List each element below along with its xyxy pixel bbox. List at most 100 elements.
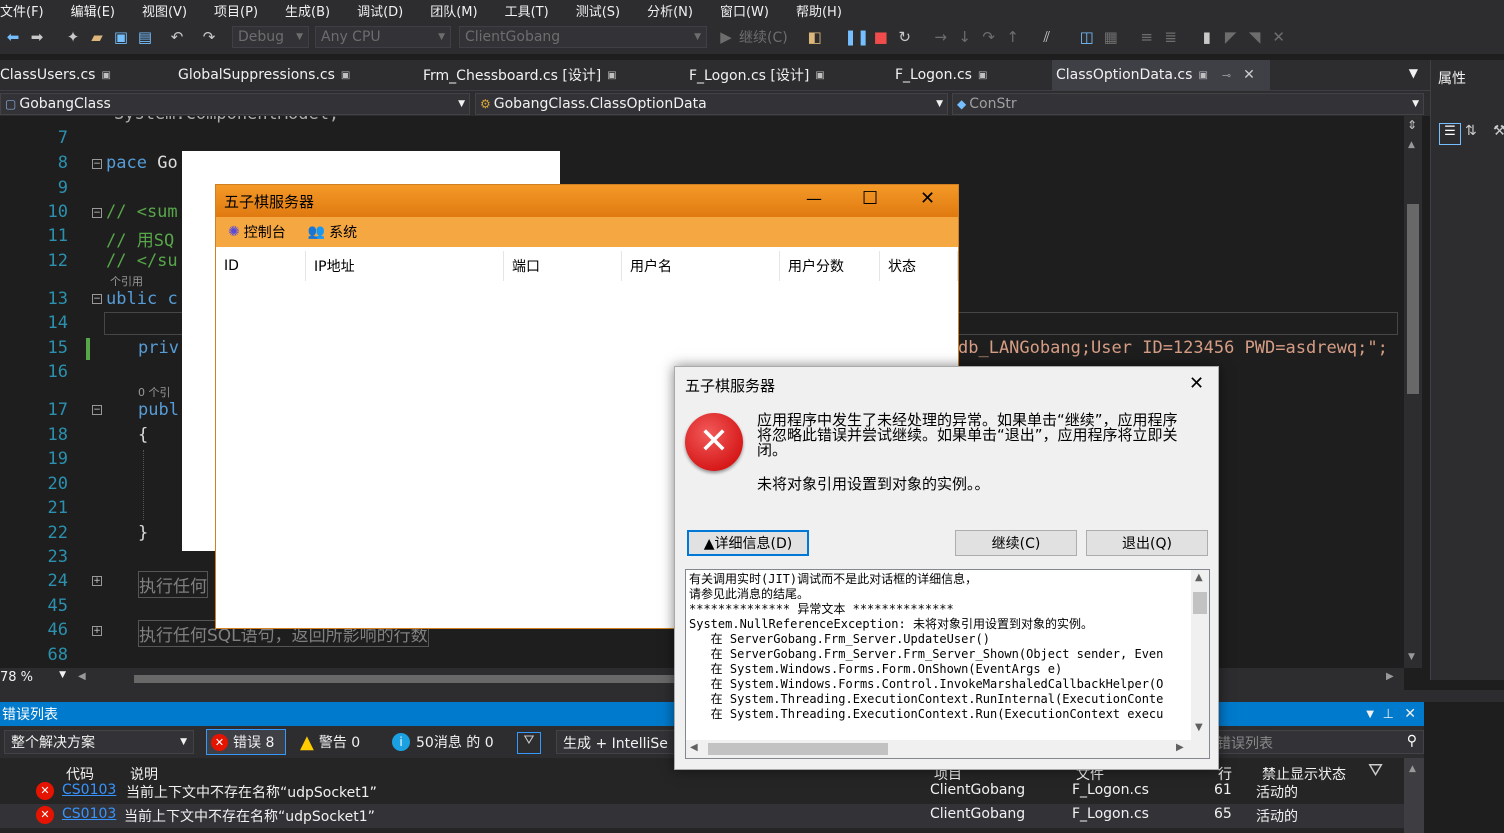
pin-icon[interactable]: ▣ xyxy=(607,70,616,81)
console-menu[interactable]: ✺ 控制台 xyxy=(228,222,286,242)
menu-build[interactable]: 生成(B) xyxy=(285,1,330,20)
startup-dropdown[interactable]: ClientGobang ▼ xyxy=(459,26,707,48)
menu-file[interactable]: 文件(F) xyxy=(0,1,44,20)
menu-debug[interactable]: 调试(D) xyxy=(357,1,403,20)
step-over-icon[interactable]: ↷ xyxy=(978,26,1000,48)
platform-dropdown[interactable]: Any CPU ▼ xyxy=(315,26,451,48)
fold-toggle[interactable]: + xyxy=(92,576,102,586)
window-position-icon[interactable]: ▼ xyxy=(1366,709,1374,720)
comment-icon[interactable]: ▦ xyxy=(1100,26,1122,48)
scroll-left-icon[interactable]: ◀ xyxy=(690,742,698,753)
step-into-icon[interactable]: ↓ xyxy=(954,26,976,48)
menu-team[interactable]: 团队(M) xyxy=(430,1,477,20)
properties-title[interactable]: 属性 xyxy=(1438,68,1466,88)
error-code-link[interactable]: CS0103 xyxy=(62,806,116,822)
build-filter-dropdown[interactable]: 生成 + IntelliSe xyxy=(556,730,686,754)
filter-icon[interactable]: ⛛ xyxy=(517,732,541,754)
next-bookmark-icon[interactable]: ◥ xyxy=(1244,26,1266,48)
save-all-icon[interactable]: ▤ xyxy=(134,26,156,48)
messages-filter-button[interactable]: i 50消息 的 0 xyxy=(392,729,494,755)
wrench-icon[interactable]: ⚒ xyxy=(1493,123,1504,139)
close-icon[interactable]: ✕ xyxy=(1243,67,1255,83)
restart-icon[interactable]: ↻ xyxy=(894,26,916,48)
codelens-references[interactable]: 个引用 xyxy=(110,273,143,289)
undo-icon[interactable]: ↶ xyxy=(166,26,188,48)
continue-button[interactable]: 继续(C) xyxy=(955,530,1077,556)
prev-bookmark-icon[interactable]: ◤ xyxy=(1220,26,1242,48)
scroll-thumb[interactable] xyxy=(708,743,888,755)
tab-frm-chessboard-design[interactable]: Frm_Chessboard.cs [设计] ▣ xyxy=(423,60,689,90)
col-status[interactable]: 状态 xyxy=(880,251,958,281)
pin-icon[interactable]: ▣ xyxy=(101,70,110,81)
bookmark-icon[interactable]: ▮ xyxy=(1196,26,1218,48)
categorized-icon[interactable]: ☰ xyxy=(1439,123,1461,145)
search-error-list[interactable]: 错误列表 ⚲ xyxy=(1210,730,1424,754)
project-dropdown[interactable]: ▢ GobangClass ▼ xyxy=(0,93,470,115)
col-username[interactable]: 用户名 xyxy=(622,251,780,281)
hscroll-left-icon[interactable]: ◀ xyxy=(78,671,86,682)
close-icon[interactable]: ✕ xyxy=(1404,706,1416,722)
menu-project[interactable]: 项目(P) xyxy=(214,1,258,20)
split-icon[interactable]: ⇕ xyxy=(1407,118,1417,132)
new-project-icon[interactable]: ✦ xyxy=(62,26,84,48)
fold-toggle[interactable]: − xyxy=(92,159,102,169)
scroll-down-icon[interactable]: ▼ xyxy=(1408,652,1415,662)
scope-dropdown[interactable]: 整个解决方案 ▼ xyxy=(4,730,194,754)
keep-open-icon[interactable]: ⊸ xyxy=(1222,69,1231,82)
scroll-up-icon[interactable]: ▲ xyxy=(1408,140,1415,150)
system-menu[interactable]: 👥 系统 xyxy=(308,222,357,242)
menu-analyze[interactable]: 分析(N) xyxy=(647,1,693,20)
fold-toggle[interactable]: − xyxy=(92,208,102,218)
quit-button[interactable]: 退出(Q) xyxy=(1086,530,1208,556)
clear-bookmarks-icon[interactable]: ✕ xyxy=(1268,26,1290,48)
config-dropdown[interactable]: Debug ▼ xyxy=(232,26,309,48)
threads-icon[interactable]: ⫽ xyxy=(1036,26,1058,48)
pin-icon[interactable]: ▣ xyxy=(815,70,824,81)
scroll-down-icon[interactable]: ▼ xyxy=(1195,722,1203,733)
breakpoint-icon[interactable]: ◫ xyxy=(1076,26,1098,48)
col-port[interactable]: 端口 xyxy=(504,251,622,281)
forward-icon[interactable]: ➡ xyxy=(26,26,48,48)
scroll-thumb[interactable] xyxy=(1193,592,1207,614)
details-textbox[interactable]: 有关调用实时(JIT)调试而不是此对话框的详细信息， 请参见此消息的结尾。 **… xyxy=(685,569,1210,759)
collapsed-region[interactable]: 执行任何 xyxy=(138,571,208,598)
fold-toggle[interactable]: + xyxy=(92,626,102,636)
open-folder-icon[interactable]: ▰ xyxy=(86,26,108,48)
menu-edit[interactable]: 编辑(E) xyxy=(71,1,115,20)
pin-icon[interactable]: ▣ xyxy=(1198,70,1207,81)
details-vscroll[interactable]: ▲ ▼ xyxy=(1191,570,1209,740)
tab-classoptiondata[interactable]: ClassOptionData.cs ▣ ⊸ ✕ xyxy=(1052,60,1270,90)
scroll-up-icon[interactable]: ▲ xyxy=(1409,764,1416,774)
fold-toggle[interactable]: − xyxy=(92,405,102,415)
table-row[interactable]: ✕ CS0103 当前上下文中不存在名称“udpSocket1” ClientG… xyxy=(0,780,1404,804)
redo-icon[interactable]: ↷ xyxy=(198,26,220,48)
stop-icon[interactable]: ■ xyxy=(870,26,892,48)
fold-toggle[interactable]: − xyxy=(92,294,102,304)
zoom-dropdown[interactable]: 78 % ▼ xyxy=(0,670,70,688)
tab-f-logon[interactable]: F_Logon.cs ▣ xyxy=(895,60,1052,90)
codelens-references[interactable]: 0 个引 xyxy=(138,384,171,400)
tab-classusers[interactable]: ClassUsers.cs ▣ xyxy=(0,60,178,90)
server-titlebar[interactable]: 五子棋服务器 — ☐ ✕ xyxy=(216,185,958,217)
scroll-right-icon[interactable]: ▶ xyxy=(1176,742,1184,753)
menu-test[interactable]: 测试(S) xyxy=(576,1,620,20)
member-dropdown[interactable]: ◆ ConStr ▼ xyxy=(952,93,1424,115)
tab-f-logon-design[interactable]: F_Logon.cs [设计] ▣ xyxy=(689,60,895,90)
menu-tools[interactable]: 工具(T) xyxy=(505,1,549,20)
close-icon[interactable]: ✕ xyxy=(920,188,935,209)
pin-icon[interactable]: ▣ xyxy=(341,70,350,81)
pin-icon[interactable]: ⊥ xyxy=(1383,707,1394,722)
col-score[interactable]: 用户分数 xyxy=(780,251,880,281)
scroll-thumb[interactable] xyxy=(1407,204,1419,394)
tab-overflow-icon[interactable]: ▼ xyxy=(1409,66,1418,80)
minimize-icon[interactable]: — xyxy=(806,189,822,208)
class-dropdown[interactable]: ⚙ GobangClass.ClassOptionData ▼ xyxy=(475,93,948,115)
col-id[interactable]: ID xyxy=(216,251,306,281)
table-row[interactable]: ✕ CS0103 当前上下文中不存在名称“udpSocket1” ClientG… xyxy=(0,804,1404,828)
errors-filter-button[interactable]: ✕ 错误 8 xyxy=(206,729,286,755)
play-icon[interactable]: ▶ xyxy=(715,26,737,48)
warnings-filter-button[interactable]: ▲ 警告 0 xyxy=(300,729,360,755)
hscroll-right-icon[interactable]: ▶ xyxy=(1386,671,1394,682)
menu-window[interactable]: 窗口(W) xyxy=(720,1,769,20)
details-button[interactable]: ▲详细信息(D) xyxy=(687,530,809,556)
